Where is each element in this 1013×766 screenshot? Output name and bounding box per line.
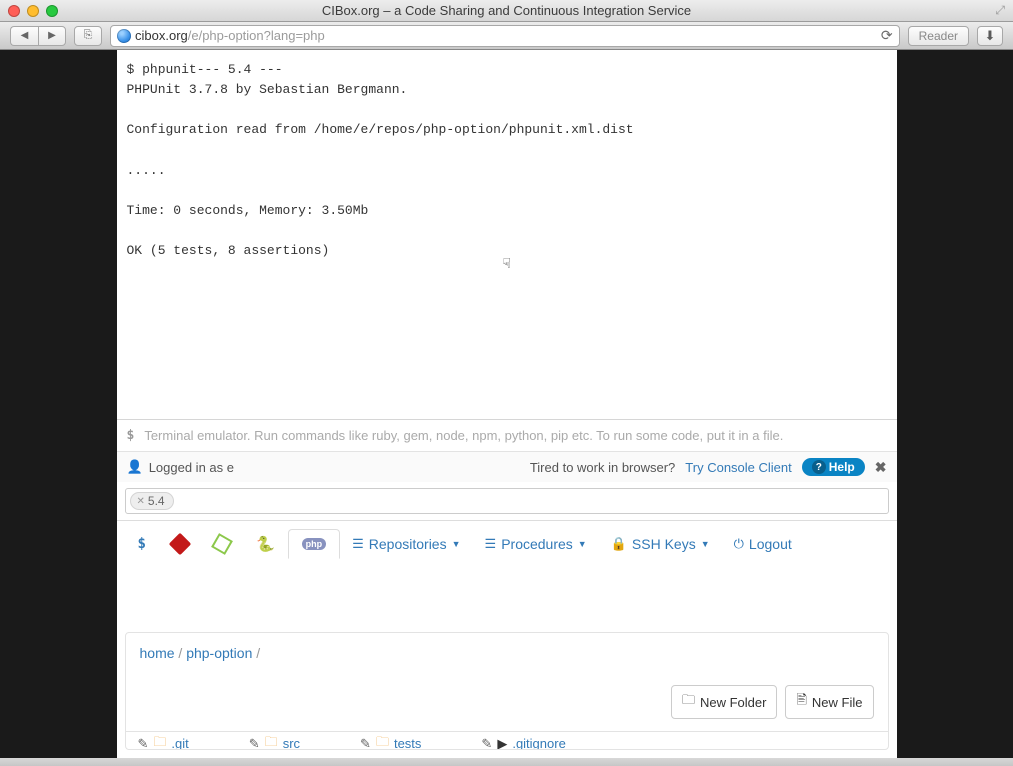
version-tag[interactable]: ✕5.4 — [130, 492, 174, 510]
back-button[interactable]: ◀ — [10, 26, 38, 46]
tag-area: ✕5.4 — [117, 482, 897, 520]
window-title: CIBox.org – a Code Sharing and Continuou… — [322, 3, 691, 18]
chevron-down-icon: ▼ — [701, 539, 710, 549]
php-tab[interactable]: php — [288, 529, 341, 559]
logout-link[interactable]: ⏻Logout — [722, 528, 804, 560]
help-button[interactable]: ?Help — [802, 458, 865, 476]
php-icon: php — [302, 538, 327, 550]
ssh-keys-menu[interactable]: 🔒SSH Keys▼ — [599, 528, 722, 560]
chevron-down-icon: ▼ — [452, 539, 461, 549]
breadcrumb: home / php-option / — [126, 633, 888, 673]
action-buttons: 🗀New Folder 🖹New File — [126, 673, 888, 731]
terminal-prompt-bar: $ Terminal emulator. Run commands like r… — [117, 419, 897, 451]
help-icon: ? — [812, 460, 826, 474]
tag-input[interactable]: ✕5.4 — [125, 488, 889, 514]
language-toolbar: $ 🐍 php ☰Repositories ▼ ☰Procedures ▼ 🔒S… — [117, 520, 897, 567]
edit-icon: ✎ — [249, 736, 260, 750]
console-client-link[interactable]: Try Console Client — [685, 460, 791, 475]
folder-icon: 🗀 — [265, 733, 278, 750]
list-item[interactable]: ✎🗀.git — [138, 738, 189, 749]
downloads-button[interactable]: ⬇ — [977, 26, 1003, 46]
login-status: Logged in as e — [149, 460, 234, 475]
breadcrumb-home[interactable]: home — [140, 645, 175, 661]
ruby-tab[interactable] — [159, 528, 201, 560]
list-item[interactable]: ✎🗀src — [249, 738, 300, 749]
procedures-menu[interactable]: ☰Procedures ▼ — [473, 528, 599, 560]
folder-icon: 🗀 — [682, 691, 695, 713]
close-window-button[interactable] — [8, 5, 20, 17]
shell-tab[interactable]: $ — [125, 528, 159, 560]
terminal-input[interactable]: Terminal emulator. Run commands like rub… — [144, 428, 783, 443]
list-icon: ☰ — [485, 536, 497, 552]
python-icon: 🐍 — [256, 535, 275, 553]
chevron-down-icon: ▼ — [578, 539, 587, 549]
folder-listing: ✎🗀.git ✎🗀src ✎🗀tests ✎▶.gitignore — [126, 731, 888, 749]
zoom-window-button[interactable] — [46, 5, 58, 17]
fullscreen-icon[interactable]: ⤢ — [995, 3, 1005, 18]
window-bottom-chrome — [0, 758, 1013, 766]
traffic-lights — [8, 5, 58, 17]
tired-text: Tired to work in browser? — [530, 460, 675, 475]
edit-icon: ✎ — [138, 736, 149, 750]
user-icon: 👤 — [127, 459, 143, 475]
page-content: $ phpunit--- 5.4 --- PHPUnit 3.7.8 by Se… — [117, 50, 897, 758]
cursor-icon: ☟ — [503, 255, 511, 277]
globe-icon — [117, 29, 131, 43]
prompt-symbol: $ — [127, 428, 135, 443]
status-bar: 👤 Logged in as e Tired to work in browse… — [117, 451, 897, 482]
list-icon: ☰ — [352, 536, 364, 552]
node-tab[interactable] — [201, 528, 243, 560]
run-icon: ▶ — [497, 736, 507, 750]
new-folder-button[interactable]: 🗀New Folder — [671, 685, 777, 719]
edit-icon: ✎ — [360, 736, 371, 750]
minimize-window-button[interactable] — [27, 5, 39, 17]
address-bar[interactable]: cibox.org/e/php-option?lang=php ⟳ — [110, 25, 900, 47]
node-icon — [211, 534, 233, 556]
new-file-button[interactable]: 🖹New File — [785, 685, 873, 719]
share-button[interactable]: ⎘ — [74, 26, 102, 46]
url-text: cibox.org/e/php-option?lang=php — [135, 28, 325, 43]
folder-icon: 🗀 — [376, 733, 389, 750]
terminal-output: $ phpunit--- 5.4 --- PHPUnit 3.7.8 by Se… — [117, 50, 897, 419]
folder-icon: 🗀 — [153, 733, 166, 750]
page-background: $ phpunit--- 5.4 --- PHPUnit 3.7.8 by Se… — [0, 50, 1013, 758]
remove-tag-icon[interactable]: ✕ — [137, 496, 145, 507]
file-icon: 🖹 — [796, 691, 806, 713]
list-item[interactable]: ✎▶.gitignore — [481, 738, 565, 749]
window-titlebar: CIBox.org – a Code Sharing and Continuou… — [0, 0, 1013, 22]
power-icon: ⏻ — [734, 536, 744, 552]
browser-toolbar: ◀ ▶ ⎘ cibox.org/e/php-option?lang=php ⟳ … — [0, 22, 1013, 50]
ruby-icon — [169, 533, 192, 556]
close-icon[interactable]: ✖ — [875, 459, 887, 476]
repositories-menu[interactable]: ☰Repositories ▼ — [340, 528, 472, 560]
forward-button[interactable]: ▶ — [38, 26, 66, 46]
python-tab[interactable]: 🐍 — [243, 527, 288, 561]
reader-button[interactable]: Reader — [908, 26, 969, 46]
reload-icon[interactable]: ⟳ — [881, 27, 893, 44]
lock-icon: 🔒 — [611, 536, 627, 552]
edit-icon: ✎ — [481, 736, 492, 750]
list-item[interactable]: ✎🗀tests — [360, 738, 421, 749]
file-panel: home / php-option / 🗀New Folder 🖹New Fil… — [125, 632, 889, 750]
breadcrumb-current[interactable]: php-option — [186, 645, 252, 661]
